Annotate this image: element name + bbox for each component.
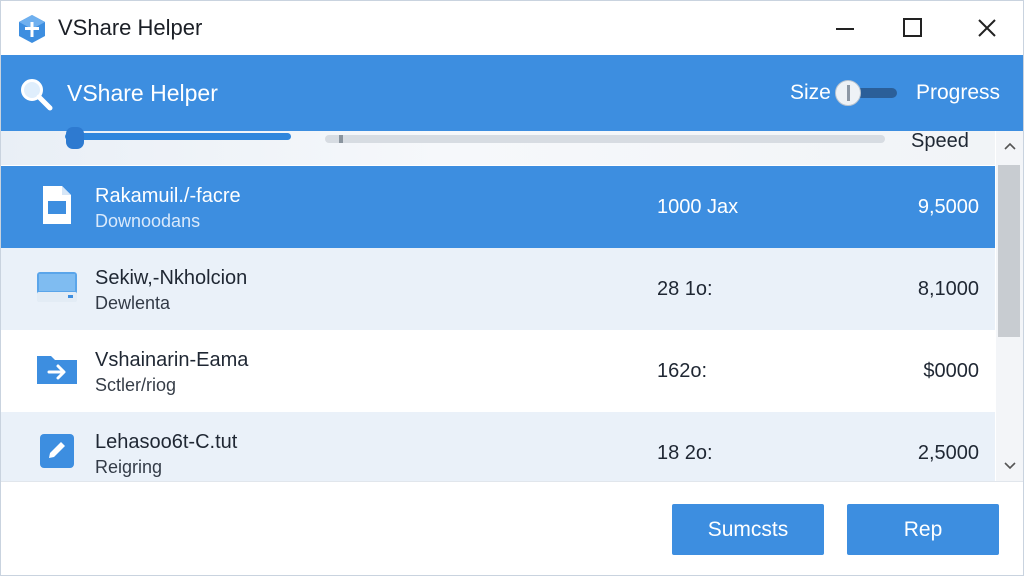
item-name: Rakamuil./-facre bbox=[95, 185, 241, 207]
item-name: Vshainarin-Eama bbox=[95, 349, 249, 371]
item-status: Downoodans bbox=[95, 211, 201, 231]
item-speed: $0000 bbox=[923, 360, 979, 382]
toggle-knob bbox=[835, 80, 861, 106]
close-button[interactable] bbox=[965, 9, 1009, 47]
close-icon bbox=[978, 19, 996, 37]
list-scrollbar[interactable] bbox=[996, 131, 1023, 481]
item-name: Sekiw,-Nkholcion bbox=[95, 267, 248, 289]
item-speed: 2,5000 bbox=[917, 442, 979, 464]
list-item[interactable]: Lehasoo6t-C.tut Reigring 18 2o: 2,5000 bbox=[1, 412, 995, 481]
app-window: VShare Helper VShare Helper Size Progres… bbox=[0, 0, 1024, 576]
scroll-thumb[interactable] bbox=[998, 165, 1020, 337]
item-status: Sctler/riog bbox=[95, 375, 177, 395]
item-status: Dewlenta bbox=[95, 293, 171, 313]
primary-action-button[interactable]: Sumcsts bbox=[672, 504, 824, 555]
maximize-icon bbox=[903, 18, 922, 37]
item-size: 28 1o: bbox=[657, 278, 713, 300]
search-icon[interactable] bbox=[19, 77, 53, 111]
header-title: VShare Helper bbox=[67, 80, 218, 106]
secondary-action-button[interactable]: Rep bbox=[847, 504, 999, 555]
item-speed: 8,1000 bbox=[917, 278, 979, 300]
app-header: VShare Helper Size Progress bbox=[1, 55, 1023, 131]
item-status: Reigring bbox=[95, 457, 163, 477]
filter-slider[interactable] bbox=[65, 127, 291, 151]
footer-bar: Sumcsts Rep bbox=[1, 481, 1023, 575]
overall-progress-bar bbox=[325, 135, 885, 143]
chevron-up-icon bbox=[1003, 142, 1016, 150]
item-name: Lehasoo6t-C.tut bbox=[95, 431, 238, 453]
maximize-button[interactable] bbox=[891, 9, 935, 47]
progress-fill bbox=[339, 135, 343, 143]
list-item[interactable]: Vshainarin-Eama Sctler/riog 162o: $0000 bbox=[1, 330, 995, 412]
edit-icon bbox=[40, 434, 74, 468]
scroll-up-button[interactable] bbox=[996, 135, 1023, 157]
item-size: 162o: bbox=[657, 360, 708, 382]
item-size: 18 2o: bbox=[657, 442, 713, 464]
slider-track bbox=[65, 133, 291, 140]
chevron-down-icon bbox=[1003, 462, 1016, 470]
list-item[interactable]: Sekiw,-Nkholcion Dewlenta 28 1o: 8,1000 bbox=[1, 248, 995, 330]
slider-thumb[interactable] bbox=[66, 127, 84, 149]
download-list: Rakamuil./-facre Downoodans 1000 Jax 9,5… bbox=[1, 166, 995, 481]
minimize-icon bbox=[836, 28, 854, 30]
size-label: Size bbox=[790, 81, 831, 104]
item-speed: 9,5000 bbox=[917, 196, 979, 218]
drive-icon bbox=[37, 272, 77, 302]
progress-label: Progress bbox=[916, 81, 1001, 104]
item-size: 1000 Jax bbox=[657, 196, 739, 218]
app-logo-icon bbox=[19, 15, 45, 43]
title-bar: VShare Helper bbox=[1, 1, 1023, 55]
size-progress-toggle[interactable] bbox=[835, 80, 899, 106]
folder-arrow-icon bbox=[37, 356, 77, 384]
scroll-down-button[interactable] bbox=[996, 455, 1023, 477]
speed-column-header: Speed bbox=[911, 130, 969, 152]
minimize-button[interactable] bbox=[823, 9, 867, 47]
document-icon bbox=[43, 186, 71, 224]
list-item[interactable]: Rakamuil./-facre Downoodans 1000 Jax 9,5… bbox=[1, 166, 995, 248]
window-title: VShare Helper bbox=[58, 15, 203, 40]
